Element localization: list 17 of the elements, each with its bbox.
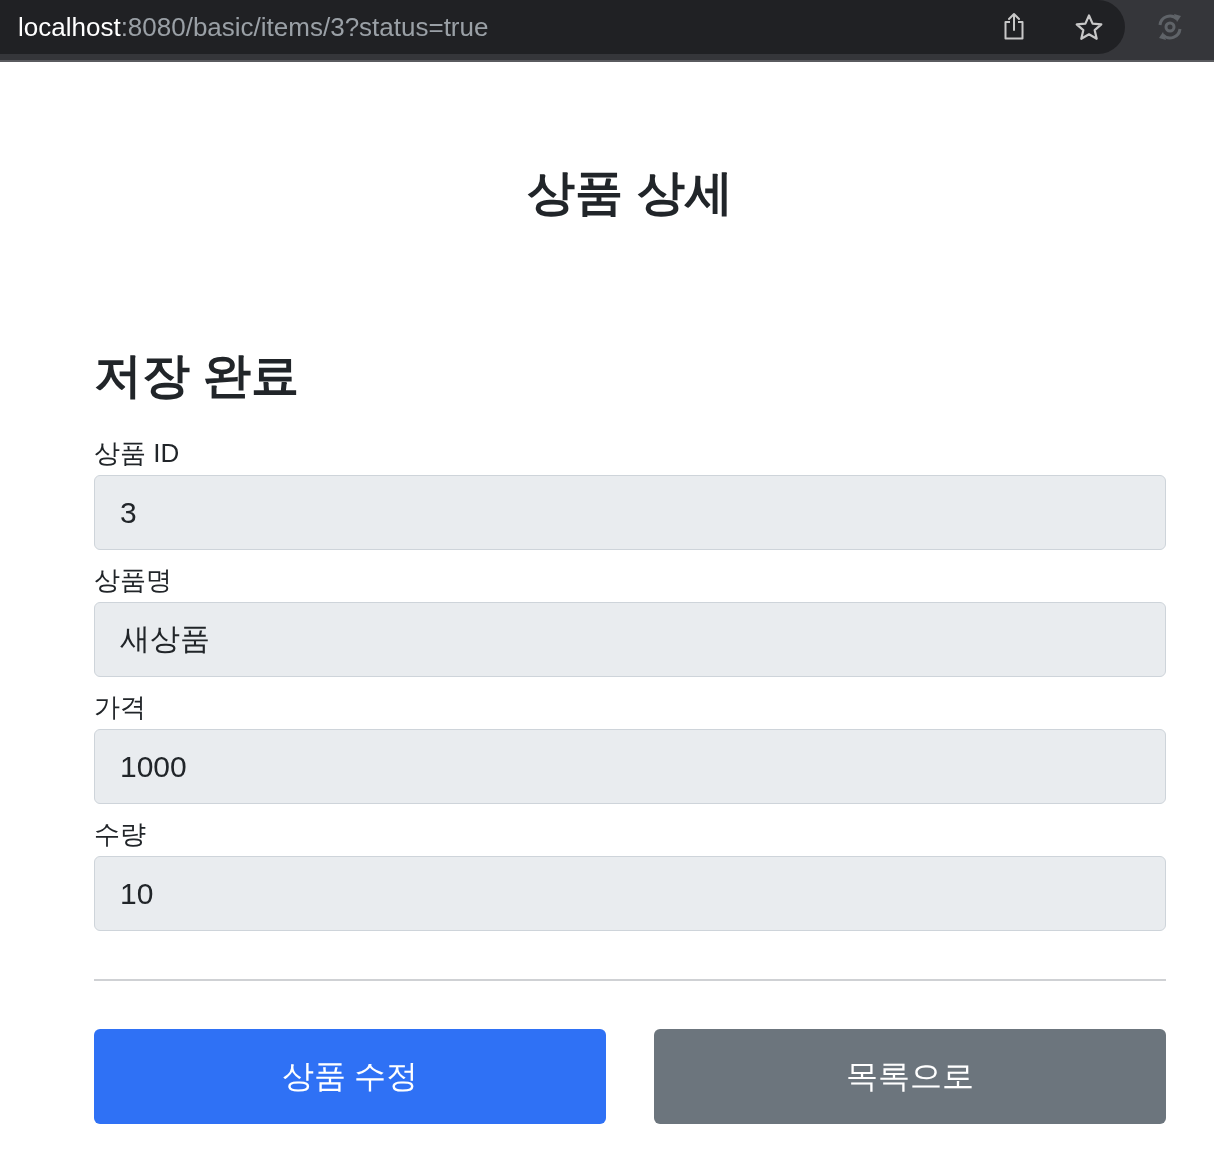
list-button[interactable]: 목록으로 (654, 1029, 1166, 1124)
url-host: localhost (18, 11, 121, 42)
field-label: 수량 (94, 818, 146, 851)
input-field[interactable]: 3 (94, 475, 1166, 550)
field-label: 가격 (94, 691, 146, 724)
star-icon[interactable] (1075, 13, 1103, 41)
share-icon[interactable] (1003, 12, 1025, 40)
url-path: :8080/basic/items/3?status=true (120, 11, 489, 42)
input-field[interactable]: 1000 (94, 729, 1166, 804)
edit-button[interactable]: 상품 수정 (94, 1029, 606, 1124)
input-field[interactable]: 10 (94, 856, 1166, 931)
status-message: 저장 완료 (94, 348, 300, 404)
field-label: 상품 ID (94, 437, 180, 470)
input-field[interactable]: 새상품 (94, 602, 1166, 677)
page-title: 상품 상세 (527, 165, 733, 221)
address-bar[interactable]: localhost:8080/basic/items/3?status=true (0, 0, 1125, 54)
field-label: 상품명 (94, 564, 172, 597)
